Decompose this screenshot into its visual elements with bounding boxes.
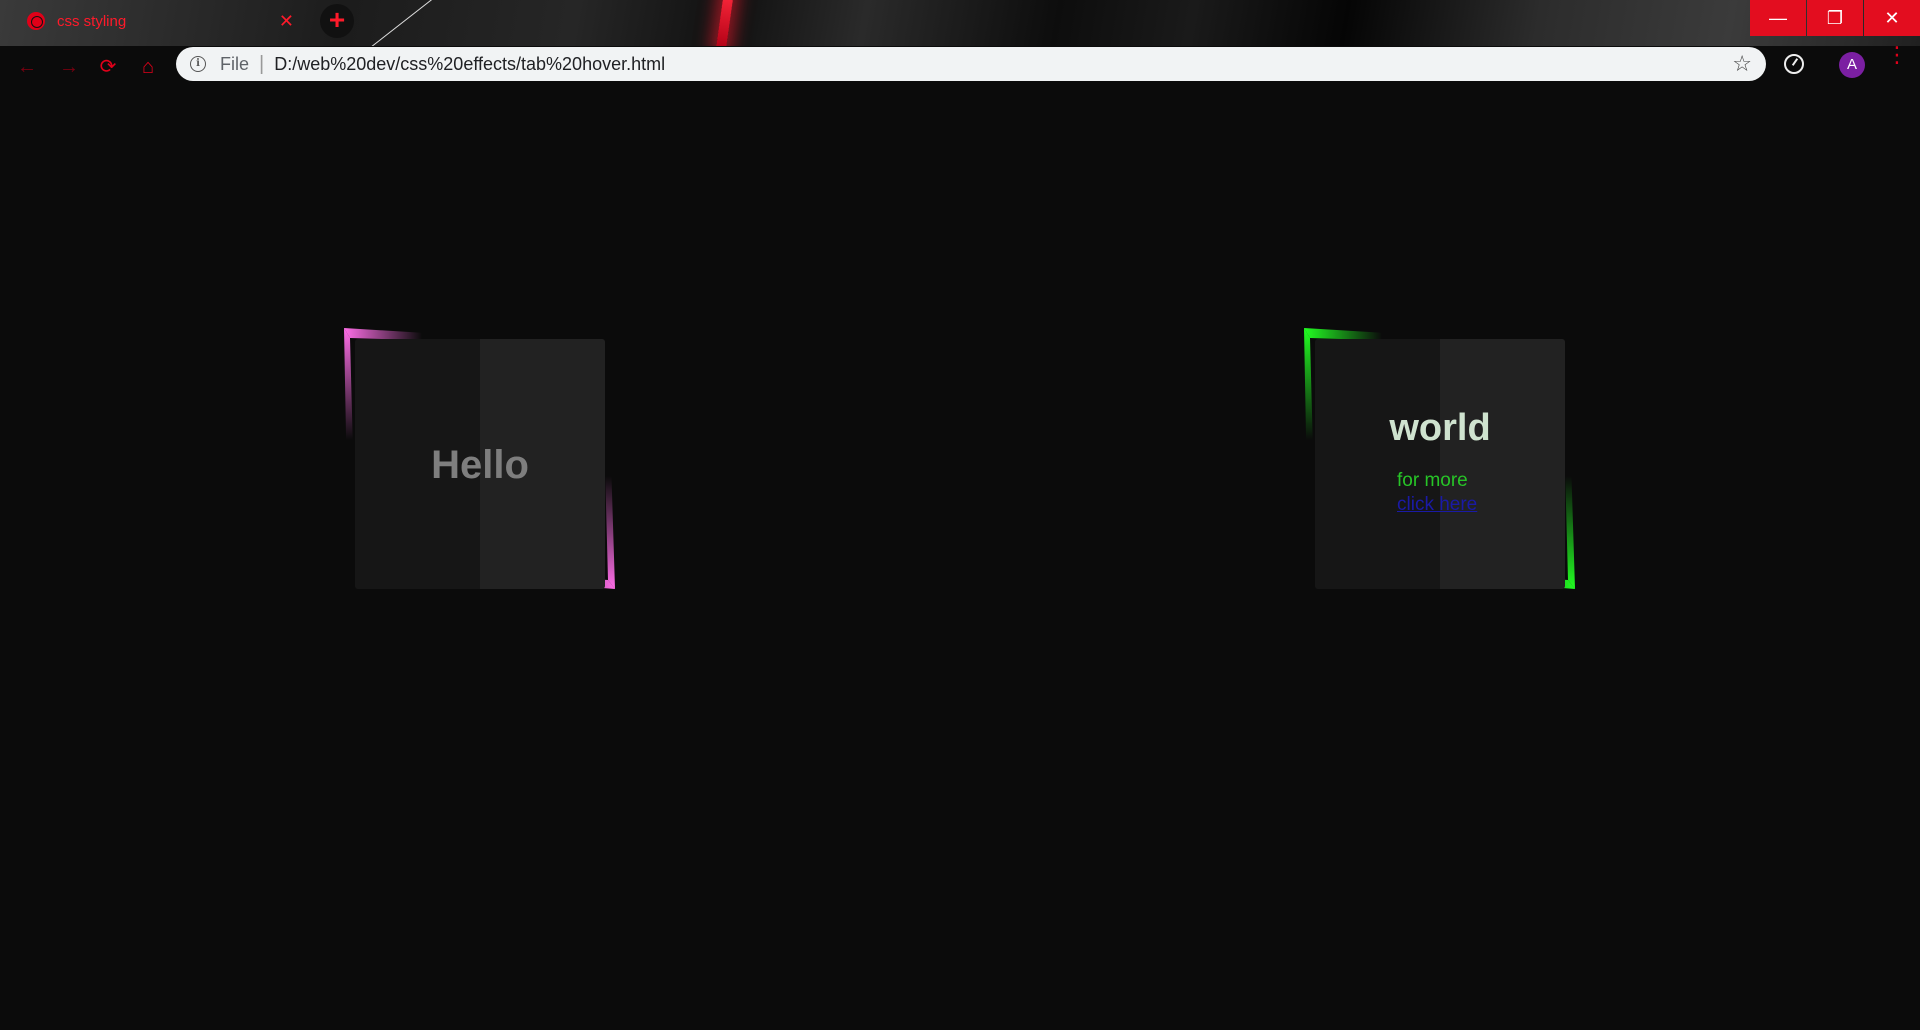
browser-tab[interactable]: css styling ✕	[0, 0, 310, 42]
card-subtext: for more	[1397, 470, 1468, 491]
card-heading: world	[1389, 407, 1491, 449]
close-window-button[interactable]: ✕	[1864, 0, 1920, 36]
back-arrow-icon[interactable]: ←	[14, 54, 40, 80]
close-tab-icon[interactable]: ✕	[279, 11, 294, 32]
home-icon[interactable]: ⌂	[135, 54, 161, 80]
bookmark-star-icon[interactable]: ☆	[1732, 51, 1752, 77]
scheme-label: File	[220, 53, 250, 74]
profile-avatar[interactable]: A	[1839, 52, 1865, 78]
hover-card-hello[interactable]: Hello	[344, 328, 615, 589]
reload-icon[interactable]: ⟳	[95, 54, 121, 80]
tab-title: css styling	[57, 12, 127, 30]
wallpaper-line	[369, 0, 441, 46]
info-icon[interactable]: i	[190, 56, 206, 72]
card-heading: Hello	[431, 443, 529, 487]
address-bar[interactable]: i File | D:/web%20dev/css%20effects/tab%…	[176, 47, 1766, 81]
click-here-link[interactable]: click here	[1397, 494, 1477, 516]
forward-arrow-icon[interactable]: →	[56, 54, 82, 80]
wallpaper-streak	[715, 0, 735, 46]
hover-card-world[interactable]: world for more click here	[1304, 328, 1575, 589]
new-tab-button[interactable]: +	[320, 4, 354, 38]
minimize-button[interactable]: —	[1750, 0, 1806, 36]
menu-kebab-icon[interactable]: ⋮	[1886, 44, 1908, 66]
scheme-separator: |	[259, 52, 265, 75]
card-panel	[1315, 339, 1565, 589]
browser-title-bar: css styling ✕ + — ❐ ✕	[0, 0, 1920, 46]
restore-button[interactable]: ❐	[1807, 0, 1863, 36]
url-text[interactable]: D:/web%20dev/css%20effects/tab%20hover.h…	[274, 54, 1732, 75]
extension-icon[interactable]	[1784, 54, 1804, 74]
globe-icon	[27, 12, 45, 30]
